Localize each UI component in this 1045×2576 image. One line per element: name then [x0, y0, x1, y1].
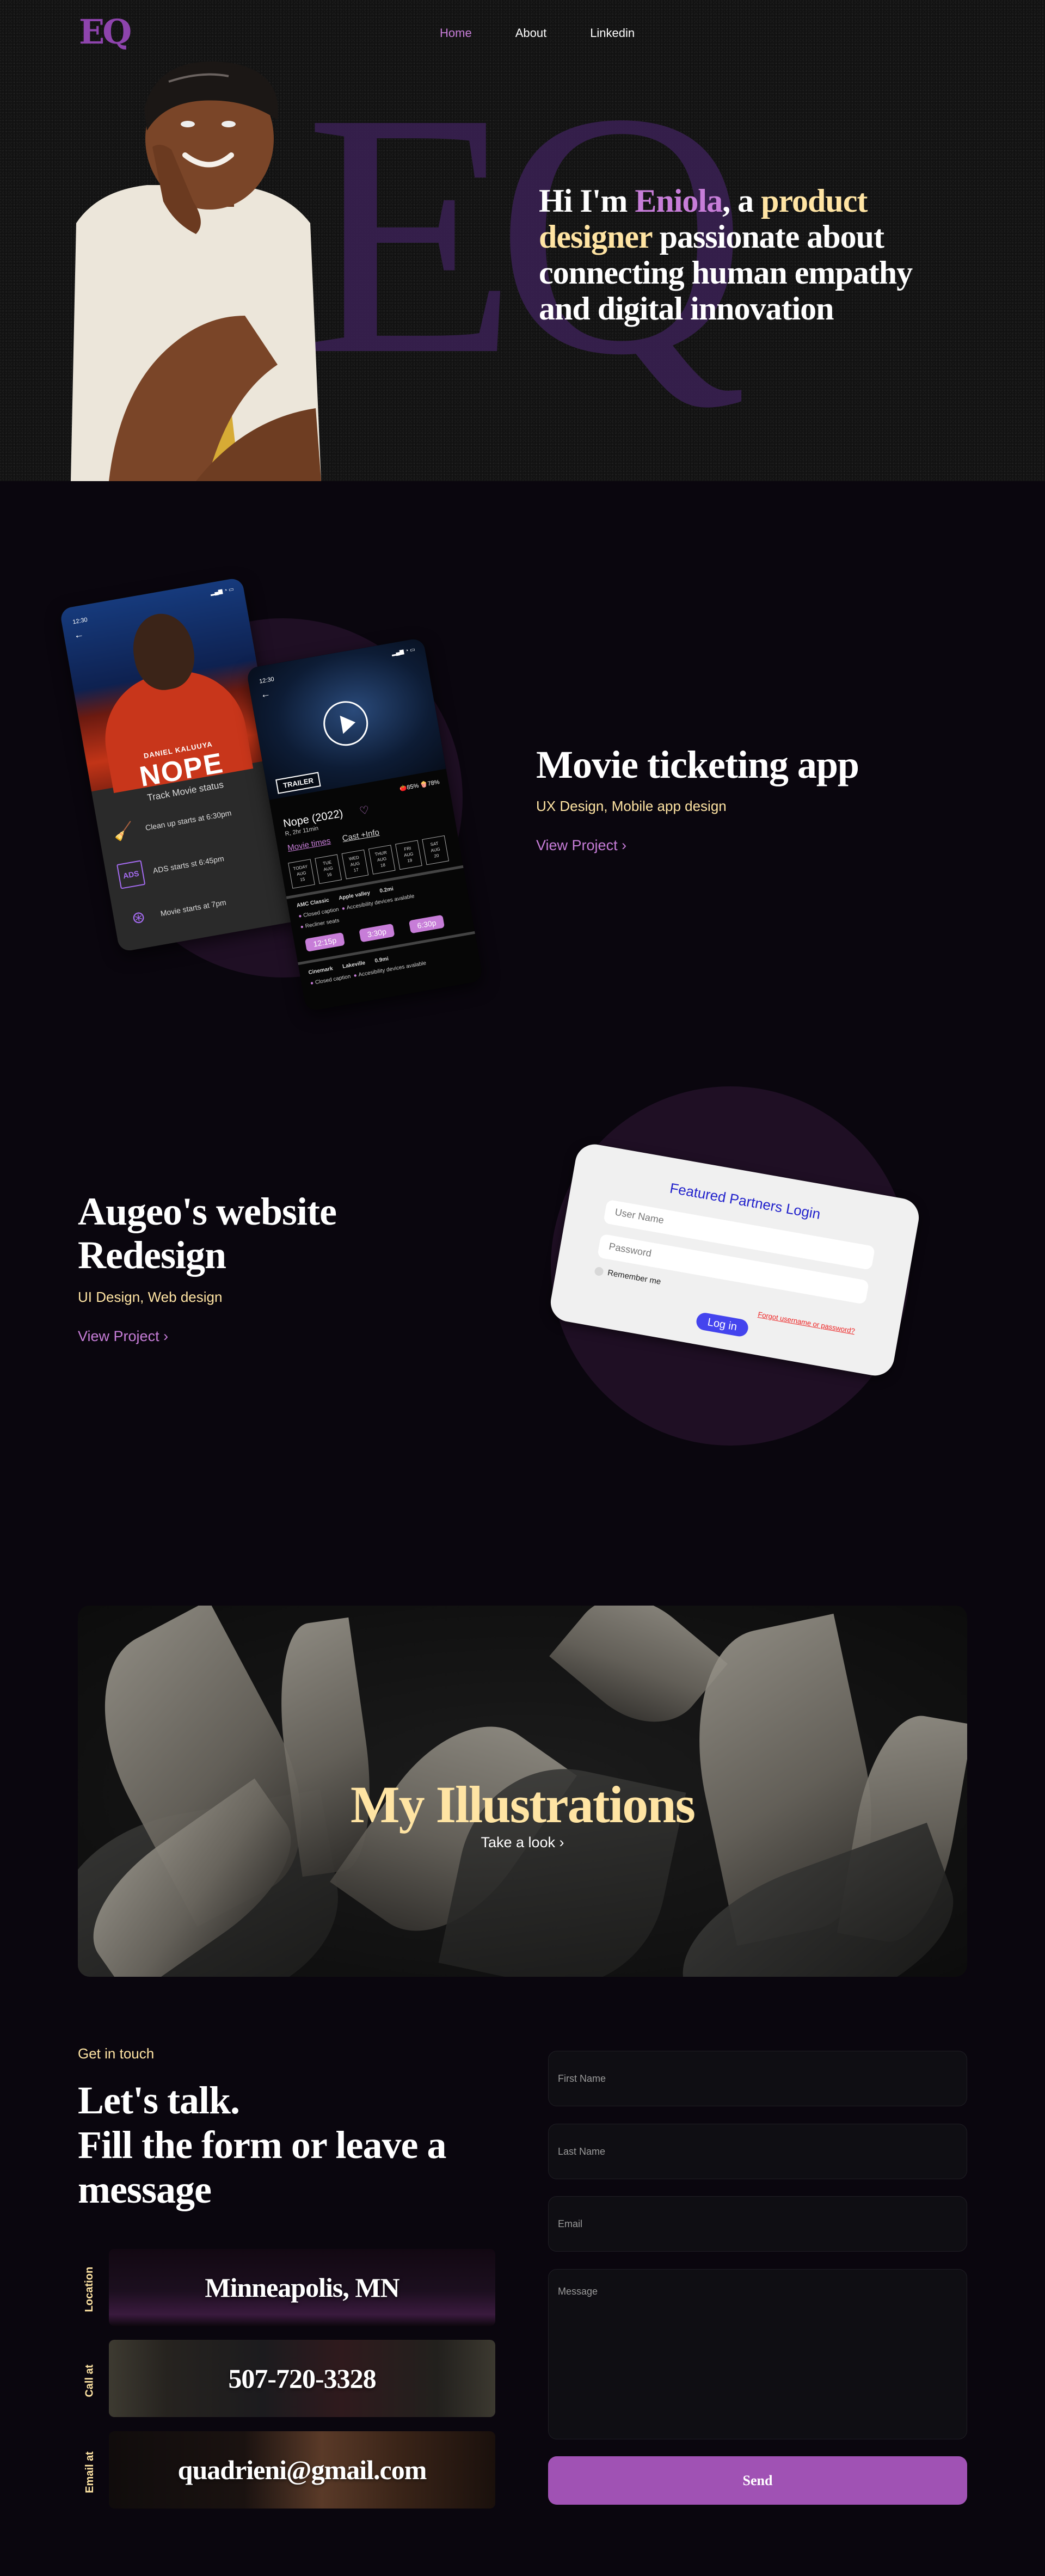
nav-about[interactable]: About: [515, 26, 547, 40]
date-chip: WED AUG 17: [341, 849, 369, 880]
view-project-link[interactable]: View Project ›: [78, 1328, 168, 1345]
cleaning-person-icon: 🧹: [112, 821, 136, 843]
date-chip: FRI AUG 19: [395, 840, 422, 870]
date-chip: SAT AUG 20: [422, 835, 450, 865]
view-project-link[interactable]: View Project ›: [536, 837, 626, 854]
showtime-button: 6:30p: [408, 914, 445, 934]
cinema-features: Recliner seats: [300, 918, 340, 930]
date-chip: TODAY AUG 15: [288, 859, 315, 889]
link-label: Take a look: [481, 1834, 556, 1850]
date-chip: THUR AUG 18: [368, 845, 396, 875]
date-chip: TUE AUG 16: [315, 854, 342, 884]
send-button[interactable]: Send: [548, 2456, 967, 2505]
email-input[interactable]: Email: [548, 2196, 967, 2252]
tab-movie-times: Movie times: [286, 836, 331, 853]
contact-title: Let's talk. Fill the form or leave a mes…: [78, 2079, 446, 2211]
headline-connector: , a: [722, 183, 761, 219]
last-name-input[interactable]: Last Name: [548, 2124, 967, 2179]
location-label: Location: [83, 2266, 96, 2312]
take-a-look-link[interactable]: Take a look ›: [78, 1834, 967, 1851]
email-value[interactable]: quadrieni@gmail.com: [178, 2454, 427, 2486]
location-value: Minneapolis, MN: [205, 2272, 399, 2303]
chevron-right-icon: ›: [559, 1834, 564, 1850]
main-nav: Home About Linkedin: [440, 26, 635, 40]
illustrations-banner[interactable]: My Illustrations Take a look ›: [78, 1606, 967, 1977]
hero-section: EQ EQ Home About Linkedin C E Hi I'm Eni…: [0, 0, 1045, 481]
email-label: Email at: [83, 2451, 96, 2493]
login-button-mock: Log in: [694, 1311, 750, 1338]
nav-home[interactable]: Home: [440, 26, 472, 40]
site-logo[interactable]: EQ: [79, 15, 132, 49]
tomato-score: 85%: [406, 782, 420, 791]
ads-icon: ADS: [116, 860, 146, 889]
contact-eyebrow: Get in touch: [78, 2045, 155, 2062]
film-reel-icon: ⊛: [130, 907, 147, 928]
hero-headline: Hi I'm Eniola, a product designer passio…: [539, 183, 942, 327]
placeholder: First Name: [558, 2073, 606, 2084]
email-card[interactable]: quadrieni@gmail.com: [109, 2431, 495, 2509]
chevron-right-icon: ›: [622, 837, 627, 853]
remember-me: Remember me: [594, 1266, 662, 1287]
chevron-right-icon: ›: [163, 1328, 169, 1344]
placeholder: Email: [558, 2218, 583, 2229]
status-step: 🧹 Clean up starts at 6:30pm: [109, 801, 233, 846]
step-text: Movie starts at 7pm: [159, 897, 227, 918]
step-text: Clean up starts at 6:30pm: [144, 808, 232, 832]
first-name-input[interactable]: First Name: [548, 2051, 967, 2106]
phone-card[interactable]: 507-720-3328: [109, 2340, 495, 2417]
link-label: View Project: [536, 837, 618, 853]
tab-cast-info: Cast +Info: [341, 827, 380, 844]
step-text: ADS starts st 6:45pm: [152, 853, 225, 875]
project-title: Movie ticketing app: [536, 743, 859, 786]
project-tags: UI Design, Web design: [78, 1289, 223, 1305]
status-step: ⊛ Movie starts at 7pm: [124, 890, 228, 932]
heart-icon: ♡: [358, 804, 371, 818]
placeholder: Message: [558, 2286, 598, 2297]
checkbox-mock: [594, 1266, 604, 1276]
project-tags: UX Design, Mobile app design: [536, 798, 727, 814]
portrait-photo: C E: [71, 62, 321, 481]
link-label: View Project: [78, 1328, 159, 1344]
nav-linkedin[interactable]: Linkedin: [590, 26, 635, 40]
message-textarea[interactable]: Message: [548, 2269, 967, 2439]
showtime-button: 3:30p: [359, 923, 395, 943]
back-arrow-icon: ←: [259, 687, 272, 700]
popcorn-score: 78%: [427, 779, 440, 788]
location-card: Minneapolis, MN: [109, 2249, 495, 2326]
project-title: Augeo's website Redesign: [78, 1190, 337, 1277]
call-label: Call at: [83, 2364, 96, 2397]
forgot-link-mock: Forgot username or password?: [757, 1310, 856, 1336]
illustrations-title: My Illustrations: [350, 1775, 696, 1834]
showtime-button: 12:15p: [304, 932, 345, 952]
placeholder: Last Name: [558, 2145, 606, 2157]
status-step: ADS ADS starts st 6:45pm: [116, 846, 226, 889]
headline-name: Eniola: [635, 183, 723, 219]
headline-intro: Hi I'm: [539, 183, 635, 219]
ratings: 🍅85% 🍿78%: [399, 778, 440, 792]
phone-value[interactable]: 507-720-3328: [228, 2363, 376, 2394]
back-arrow-icon: ←: [73, 628, 85, 641]
